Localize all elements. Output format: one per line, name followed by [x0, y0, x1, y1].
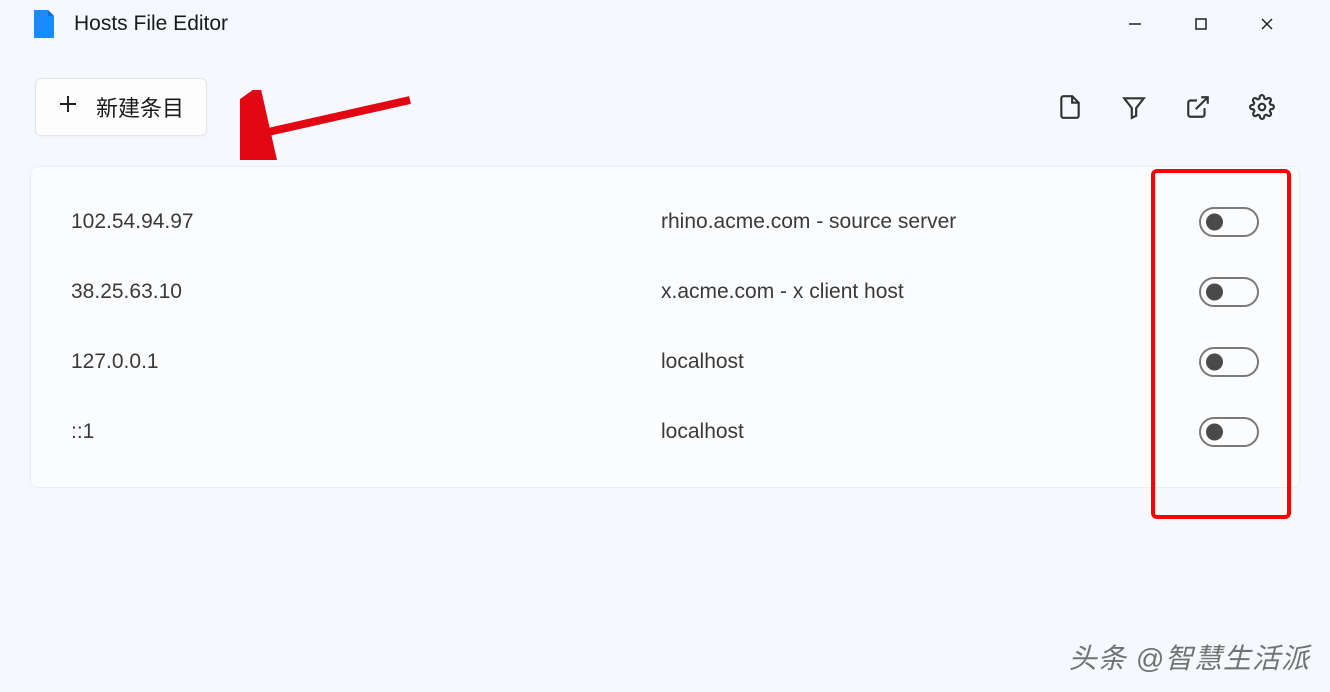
maximize-button[interactable]: [1178, 8, 1224, 40]
new-entry-label: 新建条目: [96, 91, 184, 123]
minimize-button[interactable]: [1112, 8, 1158, 40]
gear-icon[interactable]: [1249, 94, 1275, 120]
app-title: Hosts File Editor: [74, 12, 1112, 36]
entry-ip: 38.25.63.10: [71, 280, 661, 304]
entry-ip: 102.54.94.97: [71, 210, 661, 234]
entry-ip: ::1: [71, 420, 661, 444]
entry-toggle[interactable]: [1199, 417, 1259, 447]
titlebar: Hosts File Editor: [0, 0, 1330, 48]
entry-host: rhino.acme.com - source server: [661, 210, 1199, 234]
file-icon[interactable]: [1057, 94, 1083, 120]
app-window: Hosts File Editor 新建条目: [0, 0, 1330, 692]
open-external-icon[interactable]: [1185, 94, 1211, 120]
entry-host: localhost: [661, 420, 1199, 444]
window-controls: [1112, 8, 1320, 40]
watermark: 头条 @智慧生活派: [1069, 637, 1310, 677]
entries-panel: 102.54.94.97 rhino.acme.com - source ser…: [30, 166, 1300, 488]
host-entry-row[interactable]: 127.0.0.1 localhost: [31, 327, 1299, 397]
toolbar-action-icons: [1057, 94, 1275, 120]
host-entry-row[interactable]: ::1 localhost: [31, 397, 1299, 467]
entry-host: x.acme.com - x client host: [661, 280, 1199, 304]
toolbar: 新建条目: [0, 48, 1330, 156]
entry-host: localhost: [661, 350, 1199, 374]
app-icon: [30, 10, 54, 38]
close-button[interactable]: [1244, 8, 1290, 40]
filter-icon[interactable]: [1121, 94, 1147, 120]
entry-toggle[interactable]: [1199, 277, 1259, 307]
entry-toggle[interactable]: [1199, 207, 1259, 237]
new-entry-button[interactable]: 新建条目: [35, 78, 207, 136]
host-entry-row[interactable]: 38.25.63.10 x.acme.com - x client host: [31, 257, 1299, 327]
entry-ip: 127.0.0.1: [71, 350, 661, 374]
host-entry-row[interactable]: 102.54.94.97 rhino.acme.com - source ser…: [31, 187, 1299, 257]
entry-toggle[interactable]: [1199, 347, 1259, 377]
plus-icon: [58, 94, 78, 120]
